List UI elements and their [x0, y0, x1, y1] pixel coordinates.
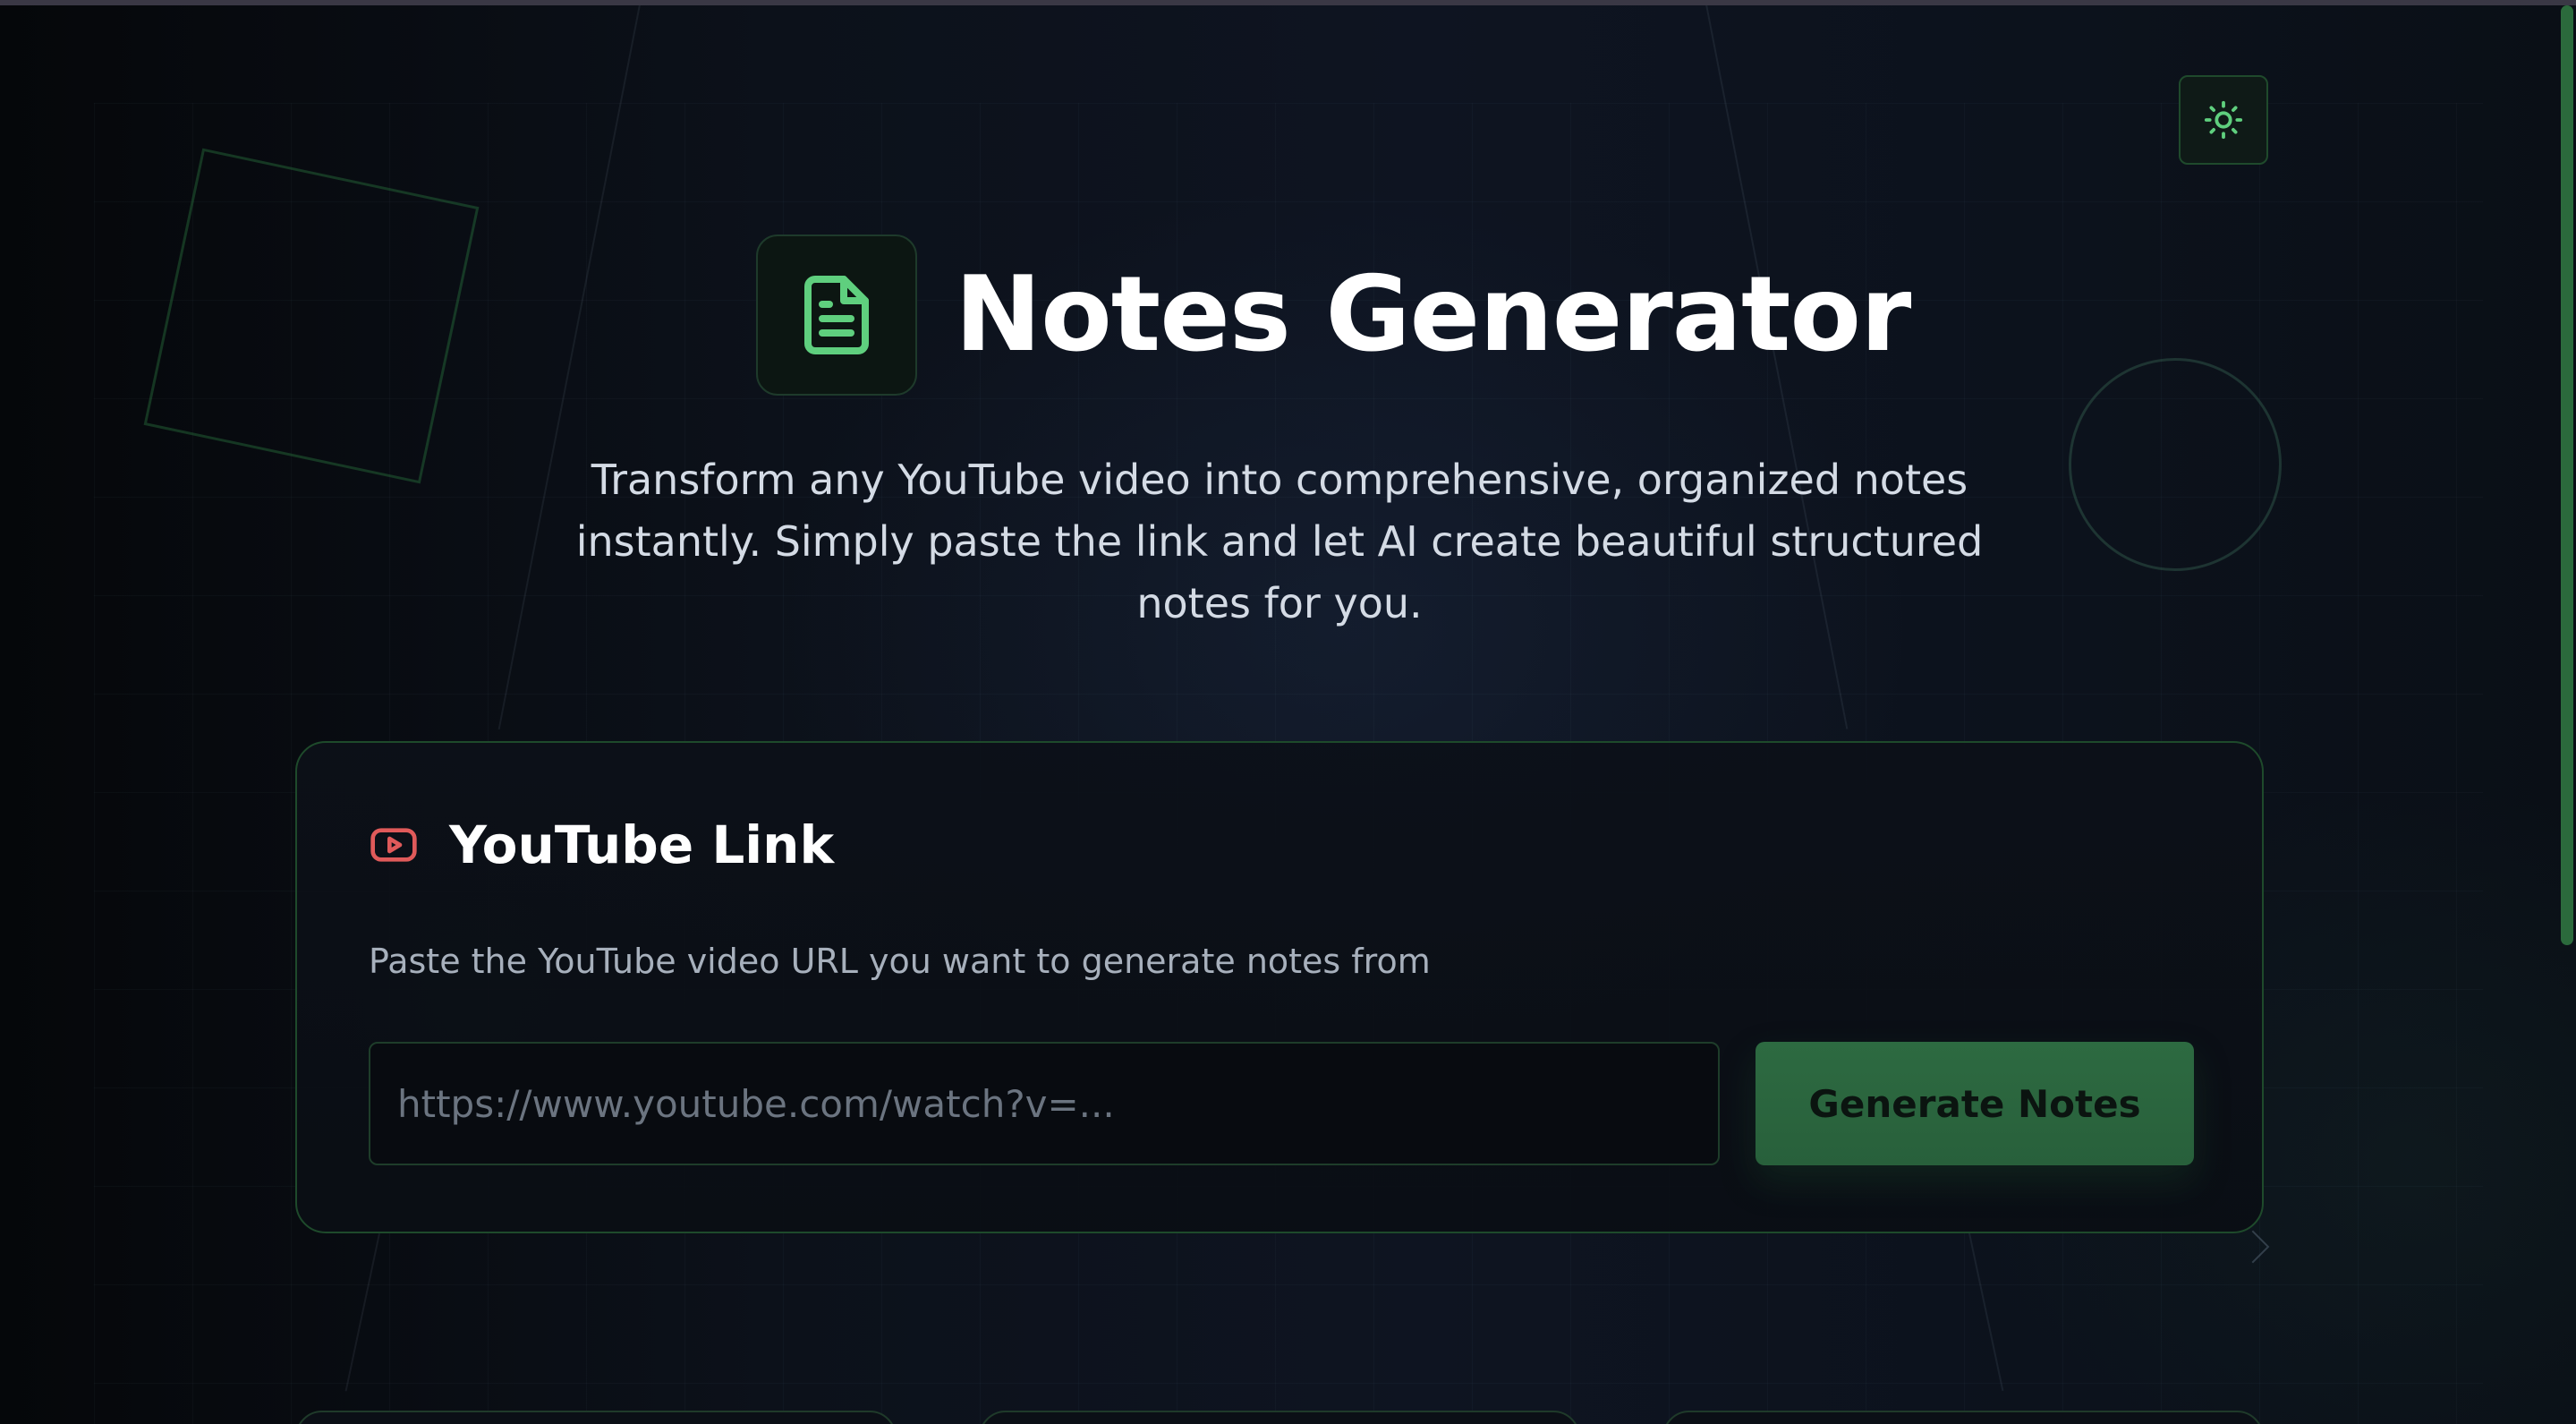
page-subtitle: Transform any YouTube video into compreh…: [575, 456, 1984, 627]
document-icon: [804, 276, 869, 354]
feature-card: [295, 1411, 897, 1424]
logo: [756, 234, 917, 396]
sun-icon: [2204, 100, 2243, 140]
decorative-circle: [2069, 358, 2282, 571]
theme-toggle-button[interactable]: [2179, 75, 2268, 165]
generate-notes-button[interactable]: Generate Notes: [1756, 1042, 2194, 1165]
window-top-bar: [0, 0, 2576, 5]
card-description: Paste the YouTube video URL you want to …: [369, 942, 1431, 981]
card-title: YouTube Link: [449, 814, 835, 875]
page-background: Notes Generator Transform any YouTube vi…: [0, 0, 2576, 1424]
decorative-line: [1968, 1232, 2004, 1392]
feature-card: [979, 1411, 1580, 1424]
feature-card: [1662, 1411, 2264, 1424]
youtube-icon: [370, 828, 417, 862]
card-header: YouTube Link: [369, 814, 834, 875]
scrollbar-thumb[interactable]: [2561, 5, 2573, 945]
youtube-link-card: YouTube Link Paste the YouTube video URL…: [295, 741, 2264, 1233]
page-header: Notes Generator: [756, 234, 1911, 396]
decorative-square: [143, 148, 480, 484]
decorative-line: [344, 1233, 380, 1392]
youtube-url-input[interactable]: [369, 1042, 1720, 1165]
decorative-corner-mark: [2236, 1230, 2270, 1264]
page-title: Notes Generator: [955, 254, 1911, 375]
